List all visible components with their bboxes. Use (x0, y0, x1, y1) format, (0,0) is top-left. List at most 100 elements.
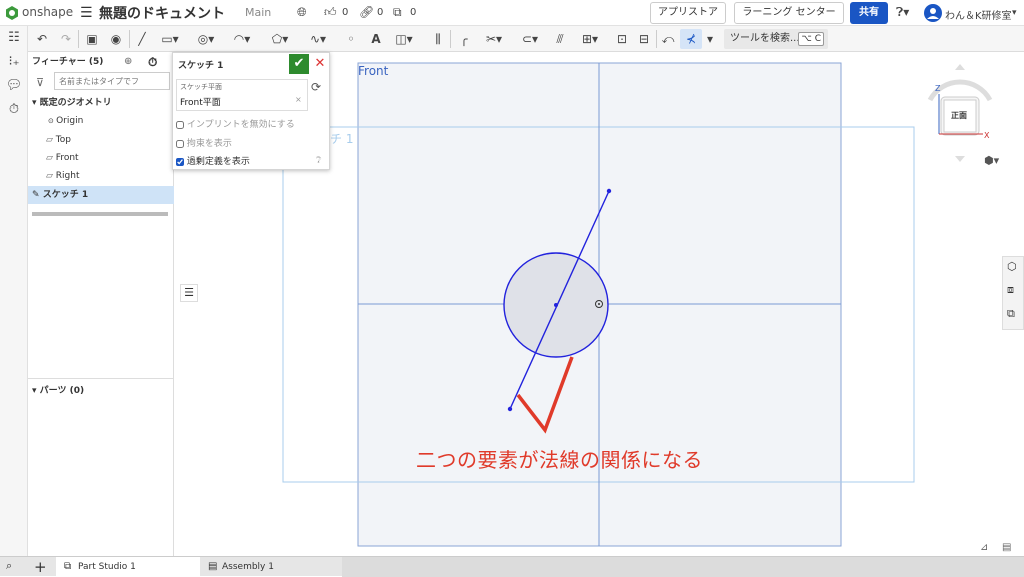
tangent-arc-icon[interactable]: ⤺ (660, 29, 676, 49)
show-constraints-checkbox[interactable] (176, 139, 184, 148)
fillet-tool-icon[interactable]: ╭ (456, 29, 472, 49)
feature-list-icon[interactable]: ☷ (5, 30, 23, 48)
view-options-icon[interactable]: ⬢▾ (984, 154, 999, 167)
option-disable-imprint[interactable]: インプリントを無効にする (176, 117, 295, 130)
app-store-button[interactable]: アプリストア (650, 2, 726, 24)
toolbar-divider (129, 30, 130, 48)
appearance-icon[interactable]: ⬡ (1007, 260, 1017, 273)
tab-assembly[interactable]: ▤ Assembly 1 (200, 557, 342, 577)
text-tool-icon[interactable]: A (368, 29, 384, 49)
redo-icon[interactable]: ↷ (58, 29, 74, 49)
mirror-tool-icon[interactable]: ⫼ (430, 29, 446, 49)
option-show-overdefined[interactable]: 過剰定義を表示 (176, 154, 250, 167)
rollback-icon[interactable]: ⏱︎ (148, 53, 157, 71)
part-studio-icon: ⧉ (64, 561, 72, 572)
top-bar: onshape ☰ 無題のドキュメント Main 🌐︎ 👍︎ 0 🔗︎ 0 ⧉ … (0, 0, 1024, 26)
rectangle-tool-icon[interactable]: ▭▾ (158, 29, 182, 49)
circle-tool-icon[interactable]: ◎▾ (194, 29, 218, 49)
line-endpoint[interactable] (507, 406, 513, 412)
feature-item-origin[interactable]: ⊙ Origin (28, 112, 174, 130)
feature-item-label: Front (55, 153, 79, 163)
accept-check-icon[interactable]: ✔ (289, 54, 309, 74)
tab-part-studio[interactable]: ⧉ Part Studio 1 (56, 557, 200, 577)
point-tool-icon[interactable]: ◦ (344, 29, 358, 49)
parts-group[interactable]: ▾ パーツ (0) (28, 382, 174, 400)
toolbar-divider (656, 30, 657, 48)
feature-item-sketch[interactable]: ✎ スケッチ 1 (28, 186, 174, 204)
pattern-tool-icon[interactable]: ⊞▾ (578, 29, 602, 49)
document-title[interactable]: 無題のドキュメント (99, 3, 225, 23)
measure-icon[interactable]: ⧉ (1007, 307, 1015, 321)
constraint-menu-chevron-icon[interactable]: ▾ (704, 29, 716, 49)
line-tool-icon[interactable]: ╱ (134, 29, 150, 49)
feature-count-label: フィーチャー (5) (32, 57, 104, 67)
feature-list-toggle-icon[interactable]: ☰ (180, 284, 198, 302)
panel-divider (28, 378, 174, 379)
render-mode-icon[interactable]: ▤ (1002, 542, 1011, 553)
globe-icon[interactable]: 🌐︎ (297, 5, 307, 20)
like-icon[interactable]: 👍︎ (324, 5, 337, 20)
undo-icon[interactable]: ↶ (34, 29, 50, 49)
tool-search-input[interactable]: ツールを検索... ⌥ C (724, 29, 828, 49)
feature-item-top[interactable]: ▱ Top (28, 131, 174, 149)
sketch-tool-icon[interactable]: ▣ (84, 29, 100, 49)
workspace-name[interactable]: Main (245, 6, 271, 19)
plane-history-icon[interactable]: ⟳ (311, 80, 321, 94)
section-view-icon[interactable]: ⊿ (980, 542, 988, 553)
collapse-chevron-icon[interactable]: ▾ (32, 386, 40, 396)
line-endpoint[interactable] (606, 188, 612, 194)
option-show-constraints[interactable]: 拘束を表示 (176, 136, 232, 149)
arc-tool-icon[interactable]: ◠▾ (230, 29, 254, 49)
variable-icon[interactable]: ⁝₊ (5, 54, 23, 72)
constraint-normal-icon[interactable]: ⊀ (680, 29, 702, 49)
construction-tool-icon[interactable]: ◫▾ (392, 29, 416, 49)
option-label: 拘束を表示 (186, 139, 232, 149)
link-icon[interactable]: 🔗︎ (359, 5, 374, 19)
use-tool-icon[interactable]: ⫻ (552, 29, 568, 49)
share-button[interactable]: 共有 (850, 2, 888, 24)
help-icon[interactable]: ❓︎▾ (896, 5, 909, 20)
circle-center-point[interactable] (554, 303, 558, 307)
feature-filter-input[interactable] (54, 72, 170, 90)
polygon-tool-icon[interactable]: ⬠▾ (268, 29, 292, 49)
logo-text[interactable]: onshape (22, 5, 73, 19)
extrude-icon[interactable]: ◉ (108, 29, 124, 49)
copy-icon[interactable]: ⧉ (393, 5, 402, 20)
learning-center-button[interactable]: ラーニング センター (734, 2, 844, 24)
import-tool-icon[interactable]: ⊡ (614, 29, 630, 49)
menu-icon[interactable]: ☰ (80, 5, 93, 21)
cancel-close-icon[interactable]: ✕ (311, 54, 329, 74)
trim-tool-icon[interactable]: ✂▾ (482, 29, 506, 49)
add-folder-icon[interactable]: ⊕ (124, 53, 132, 71)
sketch-plane-label: スケッチ平面 (180, 83, 222, 91)
feature-item-right[interactable]: ▱ Right (28, 167, 174, 185)
plane-label: Front (358, 64, 389, 78)
insert-tab-search-icon[interactable]: ⌕ (6, 559, 12, 573)
option-label: インプリントを無効にする (186, 120, 295, 130)
show-overdefined-checkbox[interactable] (176, 157, 184, 166)
filter-icon[interactable]: ⊽ (36, 76, 44, 89)
user-avatar-icon[interactable] (924, 4, 942, 22)
sketch-plane-field[interactable]: スケッチ平面 Front平面 × (176, 79, 308, 111)
rollback-bar[interactable] (32, 212, 168, 216)
mass-properties-icon[interactable]: ⧈ (1007, 283, 1014, 297)
plane-icon: ▱ (46, 135, 56, 145)
collapse-chevron-icon[interactable]: ▾ (32, 98, 40, 108)
default-geometry-group[interactable]: ▾ 既定のジオメトリ (28, 94, 174, 112)
dimension-tool-icon[interactable]: ⊟ (636, 29, 652, 49)
comment-icon[interactable]: 💬︎ (5, 78, 23, 96)
default-geometry-label: 既定のジオメトリ (39, 98, 112, 108)
user-menu-chevron-icon[interactable]: ▾ (1012, 8, 1017, 18)
disable-imprint-checkbox[interactable] (176, 120, 184, 129)
sketch-dialog-title: スケッチ 1 (178, 61, 224, 71)
help-icon[interactable]: ❔︎ (316, 156, 321, 166)
user-name[interactable]: わん＆K研修室 (945, 7, 1012, 22)
view-cube-face-label[interactable]: 正面 (951, 110, 967, 121)
add-tab-icon[interactable]: + (34, 557, 47, 577)
offset-tool-icon[interactable]: ⊂▾ (518, 29, 542, 49)
onshape-logo-icon[interactable] (4, 5, 20, 21)
clear-plane-icon[interactable]: × (295, 95, 302, 104)
spline-tool-icon[interactable]: ∿▾ (304, 29, 332, 49)
feature-item-front[interactable]: ▱ Front (28, 149, 174, 167)
history-icon[interactable]: ⏱︎ (5, 102, 23, 120)
